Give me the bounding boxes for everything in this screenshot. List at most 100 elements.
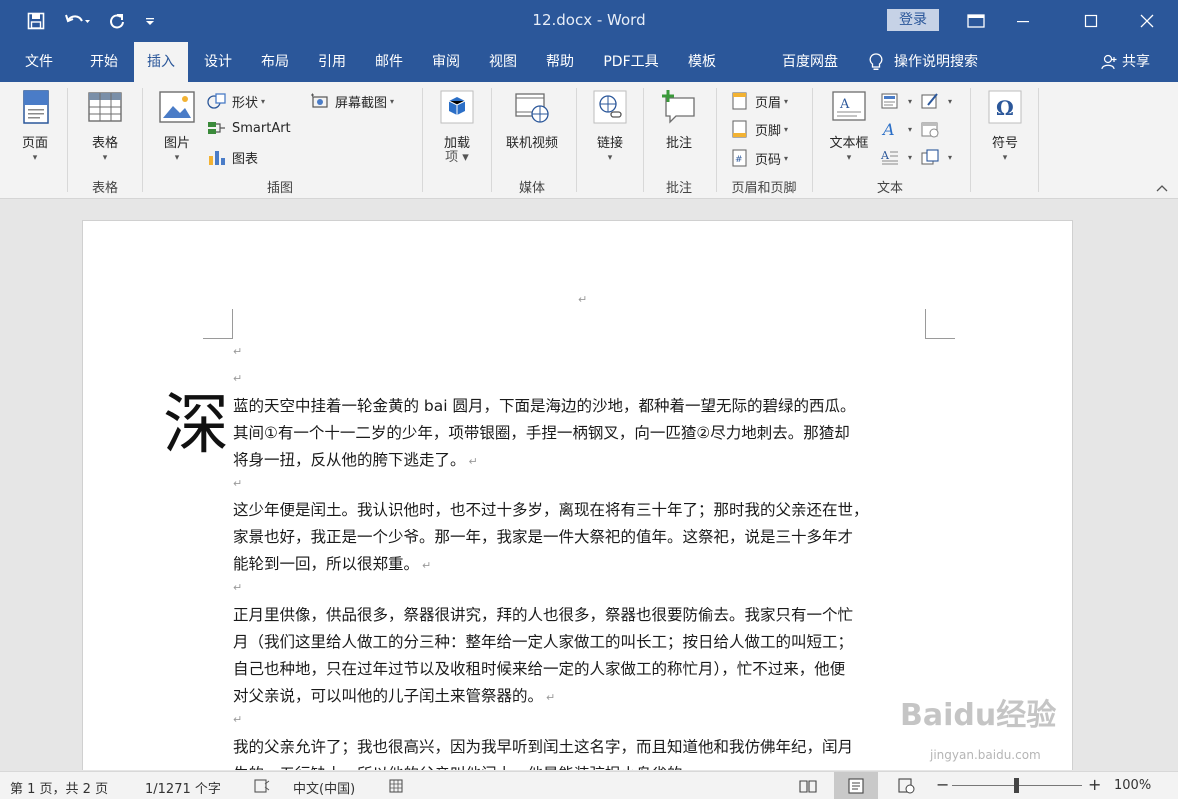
proofing-icon[interactable] — [253, 778, 271, 798]
tab-file[interactable]: 文件 — [14, 42, 64, 82]
ribbon-separator — [576, 88, 577, 192]
paragraph-2: 这少年便是闰土。我认识他时，也不过十多岁，离现在将有三十年了；那时我的父亲还在世… — [233, 497, 933, 579]
tab-templates[interactable]: 模板 — [677, 42, 727, 82]
read-mode-button[interactable] — [786, 772, 830, 799]
ribbon-separator — [422, 88, 423, 192]
close-button[interactable] — [1124, 0, 1170, 42]
zoom-percent[interactable]: 100% — [1114, 778, 1151, 793]
screenshot-button[interactable]: 屏幕截图 ▾ — [310, 90, 394, 112]
save-icon[interactable] — [22, 0, 50, 42]
tab-design[interactable]: 设计 — [193, 42, 243, 82]
ribbon-tabs: 文件 开始 插入 设计 布局 引用 邮件 审阅 视图 帮助 PDF工具 模板 百… — [0, 42, 1178, 82]
footer-icon — [732, 120, 747, 138]
paragraph-mark: ↵ — [233, 372, 243, 385]
link-dropdown-icon: ▾ — [607, 153, 613, 163]
margin-corner-right — [925, 309, 955, 339]
smartart-button[interactable]: SmartArt — [207, 117, 291, 139]
object-button[interactable]: ▾ — [920, 146, 952, 168]
link-label: 链接 — [596, 136, 623, 151]
header-button[interactable]: 页眉 ▾ — [730, 90, 788, 112]
document-area[interactable]: ↵ ↵ ↵ 深 蓝的天空中挂着一轮金黄的 bai 圆月，下面是海边的沙地，都种着… — [0, 200, 1178, 770]
footer-dropdown-icon: ▾ — [784, 124, 789, 134]
drop-cap-icon: A — [880, 149, 898, 165]
text-line: 自己也种地，只在过年过节以及收租时候来给一定的人家做工的称忙月），忙不过来，他便 — [233, 660, 846, 678]
shapes-button[interactable]: 形状 ▾ — [207, 90, 265, 112]
screenshot-icon — [311, 93, 328, 108]
group-label-header-footer: 页眉和页脚 — [731, 181, 797, 196]
print-layout-button[interactable] — [834, 772, 878, 799]
zoom-out-button[interactable]: − — [936, 775, 949, 794]
new-comment-button[interactable]: 批注 — [654, 88, 704, 152]
maximize-button[interactable] — [1068, 0, 1114, 42]
shapes-dropdown-icon: ▾ — [261, 96, 266, 106]
tab-view[interactable]: 视图 — [478, 42, 528, 82]
page-count[interactable]: 第 1 页，共 2 页 — [10, 778, 108, 797]
minimize-button[interactable] — [1000, 0, 1046, 42]
footer-button[interactable]: 页脚 ▾ — [730, 118, 788, 140]
login-button[interactable]: 登录 — [887, 9, 939, 31]
lightbulb-icon — [869, 53, 883, 70]
ribbon-display-options-icon[interactable] — [953, 0, 999, 42]
object-dropdown-icon: ▾ — [948, 152, 953, 162]
web-layout-button[interactable] — [884, 772, 928, 799]
ribbon-separator — [67, 88, 68, 192]
text-line: 我的父亲允许了；我也很高兴，因为我早听到闰土这名字，而且知道他和我仿佛年纪，闰月 — [233, 738, 854, 756]
tab-baidu-netdisk[interactable]: 百度网盘 — [772, 42, 848, 82]
group-label-table: 表格 — [91, 181, 118, 196]
paragraph-mark: ↵ — [578, 293, 588, 306]
wordart-button[interactable]: A ▾ — [880, 118, 912, 140]
baidu-watermark-url: jingyan.baidu.com — [930, 748, 1041, 762]
svg-text:A: A — [839, 97, 850, 112]
symbol-label: 符号 — [991, 136, 1018, 151]
ribbon-separator — [716, 88, 717, 192]
undo-icon[interactable] — [58, 0, 96, 42]
wordart-dropdown-icon: ▾ — [908, 124, 913, 134]
table-dropdown-icon: ▾ — [102, 153, 108, 163]
tell-me-search[interactable]: 操作说明搜索 — [868, 42, 998, 82]
date-time-button[interactable] — [920, 118, 945, 140]
title-bar: 12.docx - Word 登录 — [0, 0, 1178, 42]
language-indicator[interactable]: 中文(中国) — [293, 778, 355, 797]
quick-parts-button[interactable]: ▾ — [880, 90, 912, 112]
tell-me-label: 操作说明搜索 — [894, 54, 978, 70]
page-number-button[interactable]: # 页码 ▾ — [730, 147, 788, 169]
zoom-in-button[interactable]: + — [1088, 775, 1101, 794]
signature-line-button[interactable]: ▾ — [920, 90, 952, 112]
link-button[interactable]: 链接 ▾ — [585, 88, 635, 164]
textbox-button[interactable]: A 文本框 ▾ — [822, 88, 876, 164]
chart-label: 图表 — [232, 151, 259, 167]
person-icon — [1101, 54, 1117, 70]
collapse-ribbon-icon[interactable] — [1156, 182, 1168, 195]
tab-home[interactable]: 开始 — [79, 42, 129, 82]
redo-icon[interactable] — [104, 0, 130, 42]
tab-references[interactable]: 引用 — [307, 42, 357, 82]
web-layout-icon — [898, 778, 915, 794]
read-mode-icon — [799, 780, 817, 793]
zoom-slider-thumb[interactable] — [1014, 778, 1019, 793]
macro-icon[interactable] — [388, 778, 404, 798]
ribbon-separator — [970, 88, 971, 192]
pages-button[interactable]: 页面 ▾ — [10, 88, 60, 164]
word-count[interactable]: 1/1271 个字 — [145, 778, 221, 797]
text-line: 正月里供像，供品很多，祭器很讲究，拜的人也很多，祭器也很要防偷去。我家只有一个忙 — [233, 606, 854, 624]
online-video-button[interactable]: 联机视频 — [499, 88, 565, 152]
margin-corner-left — [203, 309, 233, 339]
document-page[interactable]: ↵ ↵ ↵ 深 蓝的天空中挂着一轮金黄的 bai 圆月，下面是海边的沙地，都种着… — [82, 220, 1073, 770]
page-number-icon: # — [732, 149, 747, 167]
symbol-button[interactable]: Ω 符号 ▾ — [980, 88, 1030, 164]
customize-quick-access-icon[interactable] — [140, 0, 160, 42]
tab-mailings[interactable]: 邮件 — [364, 42, 414, 82]
drop-cap-button[interactable]: A ▾ — [880, 146, 912, 168]
ribbon-separator — [491, 88, 492, 192]
ribbon-insert-panel: 页面 ▾ 表格 ▾ 表格 图片 ▾ 形状 ▾ SmartArt 图表 屏幕截图 ▾ … — [0, 82, 1178, 199]
addins-button[interactable]: 加载 项 ▾ — [432, 88, 482, 164]
tab-help[interactable]: 帮助 — [535, 42, 585, 82]
tab-review[interactable]: 审阅 — [421, 42, 471, 82]
tab-pdf-tools[interactable]: PDF工具 — [595, 42, 667, 82]
tab-insert[interactable]: 插入 — [134, 42, 188, 82]
chart-button[interactable]: 图表 — [207, 146, 258, 168]
table-button[interactable]: 表格 ▾ — [80, 88, 130, 164]
pictures-button[interactable]: 图片 ▾ — [152, 88, 202, 164]
tab-layout[interactable]: 布局 — [250, 42, 300, 82]
share-button[interactable]: 共享 — [1090, 42, 1160, 82]
